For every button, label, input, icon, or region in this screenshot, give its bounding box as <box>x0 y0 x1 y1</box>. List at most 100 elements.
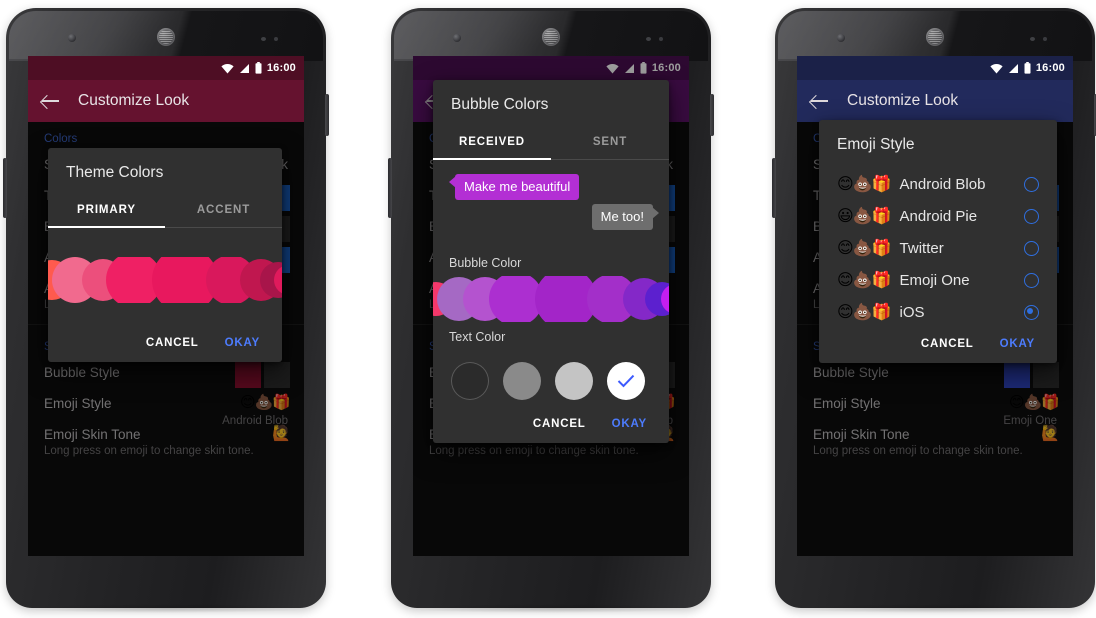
back-arrow-icon-1[interactable] <box>42 94 60 108</box>
phone-screen-2: 16:00 Customize Look Colors Screen Color… <box>413 56 689 556</box>
radio-button-icon[interactable] <box>1024 240 1039 256</box>
theme-colors-dialog: Theme Colors PRIMARY ACCENT CANCEL OKAY <box>48 148 282 362</box>
phone-device-2: 16:00 Customize Look Colors Screen Color… <box>388 8 714 613</box>
tab-received[interactable]: RECEIVED <box>433 126 551 159</box>
dialog-title: Theme Colors <box>66 164 164 181</box>
signal-icon <box>1008 63 1018 73</box>
cancel-button[interactable]: CANCEL <box>921 338 974 350</box>
volume-button-1[interactable] <box>3 158 7 218</box>
radio-button-icon[interactable] <box>1024 176 1039 192</box>
bubble-preview: Make me beautiful Me too! <box>433 160 669 248</box>
dialog-actions: CANCEL OKAY <box>433 404 669 443</box>
tab-indicator <box>48 226 165 228</box>
front-camera-icon-2 <box>453 34 461 42</box>
emoji-option-label: Android Pie <box>899 207 978 225</box>
emoji-option-android-pie[interactable]: 😃💩🎁 Android Pie <box>819 200 1057 232</box>
proximity-sensor-icon-1 <box>261 37 266 41</box>
back-arrow-icon-3[interactable] <box>811 94 829 108</box>
phone-device-1: 16:00 Customize Look Colors Screen Color… <box>3 8 329 613</box>
battery-icon <box>255 62 262 74</box>
emoji-option-android-blob[interactable]: 😊💩🎁 Android Blob <box>819 168 1057 200</box>
app-bar-title-1: Customize Look <box>78 92 190 109</box>
front-camera-icon-1 <box>68 34 76 42</box>
earpiece-icon-1 <box>157 28 175 46</box>
light-sensor-icon-2 <box>659 37 663 41</box>
cancel-button[interactable]: CANCEL <box>533 418 586 430</box>
status-clock-1: 16:00 <box>266 62 296 74</box>
app-bar-1: Customize Look <box>28 80 304 122</box>
okay-button[interactable]: OKAY <box>612 418 647 430</box>
emoji-option-label: Emoji One <box>899 271 970 289</box>
emoji-glyphs: 😊💩🎁 <box>837 240 892 257</box>
check-icon <box>617 374 635 388</box>
emoji-glyphs: 😊💩🎁 <box>837 176 892 193</box>
screenshot-canvas: 16:00 Customize Look Colors Screen Color… <box>0 0 1096 618</box>
wifi-icon <box>221 63 234 73</box>
text-color-label: Text Color <box>449 330 506 344</box>
bubble-color-label: Bubble Color <box>449 256 522 270</box>
settings-list-1: Colors Screen Color Dark Theme Color Bub… <box>28 122 304 556</box>
emoji-option-label: Twitter <box>899 239 944 257</box>
tab-primary[interactable]: PRIMARY <box>48 194 165 227</box>
emoji-glyphs: 😊💩🎁 <box>837 272 892 289</box>
status-bar-3: 16:00 <box>797 56 1073 80</box>
emoji-option-twitter[interactable]: 😊💩🎁 Twitter <box>819 232 1057 264</box>
phone-shadow-2 <box>409 604 693 613</box>
dialog-title: Emoji Style <box>837 136 915 153</box>
tab-sent[interactable]: SENT <box>551 126 669 159</box>
received-bubble: Make me beautiful <box>448 174 580 200</box>
earpiece-icon-2 <box>542 28 560 46</box>
light-sensor-icon-3 <box>1043 37 1047 41</box>
tab-accent[interactable]: ACCENT <box>165 194 282 227</box>
text-color-swatch-gray[interactable] <box>503 362 541 400</box>
okay-button[interactable]: OKAY <box>1000 338 1035 350</box>
bubble-color-gradient-picker[interactable] <box>433 276 669 322</box>
emoji-glyphs: 😃💩🎁 <box>837 208 892 225</box>
emoji-style-options: 😊💩🎁 Android Blob 😃💩🎁 Android Pie 😊💩🎁 Twi… <box>819 166 1057 328</box>
emoji-style-dialog: Emoji Style 😊💩🎁 Android Blob 😃💩🎁 Android… <box>819 120 1057 363</box>
settings-list-3: Colors Screen Color Dark Theme Color Bub… <box>797 120 1073 556</box>
dialog-title: Bubble Colors <box>451 96 549 113</box>
text-color-swatches <box>433 350 669 404</box>
emoji-option-emoji-one[interactable]: 😊💩🎁 Emoji One <box>819 264 1057 296</box>
cancel-button[interactable]: CANCEL <box>146 337 199 349</box>
dialog-tabs: RECEIVED SENT <box>433 126 669 160</box>
text-color-swatch-dark[interactable] <box>451 362 489 400</box>
phone-shadow-3 <box>793 604 1077 613</box>
proximity-sensor-icon-3 <box>1030 37 1035 41</box>
app-bar-3: Customize Look <box>797 80 1073 122</box>
dialog-tabs: PRIMARY ACCENT <box>48 194 282 228</box>
okay-button[interactable]: OKAY <box>225 337 260 349</box>
power-button-2[interactable] <box>710 94 714 136</box>
phone-shadow-1 <box>24 604 308 613</box>
emoji-option-label: iOS <box>899 303 925 321</box>
settings-list-2: Colors Screen Color Dark Theme Color Bub… <box>413 56 689 556</box>
sent-bubble: Me too! <box>591 204 660 230</box>
text-color-swatch-light[interactable] <box>555 362 593 400</box>
phone-screen-1: 16:00 Customize Look Colors Screen Color… <box>28 56 304 556</box>
signal-icon <box>239 63 249 73</box>
earpiece-icon-3 <box>926 28 944 46</box>
phone-screen-3: 16:00 Customize Look Colors Screen Color… <box>797 56 1073 556</box>
text-color-swatch-white[interactable] <box>607 362 645 400</box>
volume-button-3[interactable] <box>772 158 776 218</box>
theme-color-gradient-picker[interactable] <box>48 257 282 303</box>
dialog-actions: CANCEL OKAY <box>819 328 1057 363</box>
status-bar-1: 16:00 <box>28 56 304 80</box>
phone-device-3: 16:00 Customize Look Colors Screen Color… <box>772 8 1096 613</box>
light-sensor-icon-1 <box>274 37 278 41</box>
power-button-1[interactable] <box>325 94 329 136</box>
battery-icon <box>1024 62 1031 74</box>
app-bar-title-3: Customize Look <box>847 92 959 109</box>
status-clock-3: 16:00 <box>1035 62 1065 74</box>
wifi-icon <box>990 63 1003 73</box>
radio-button-icon[interactable] <box>1024 272 1039 288</box>
front-camera-icon-3 <box>837 34 845 42</box>
emoji-option-ios[interactable]: 😊💩🎁 iOS <box>819 296 1057 328</box>
proximity-sensor-icon-2 <box>646 37 651 41</box>
radio-button-icon[interactable] <box>1024 208 1039 224</box>
bubble-colors-dialog: Bubble Colors RECEIVED SENT Make me beau… <box>433 80 669 443</box>
radio-button-icon-selected[interactable] <box>1024 304 1039 320</box>
volume-button-2[interactable] <box>388 158 392 218</box>
emoji-glyphs: 😊💩🎁 <box>837 304 892 321</box>
